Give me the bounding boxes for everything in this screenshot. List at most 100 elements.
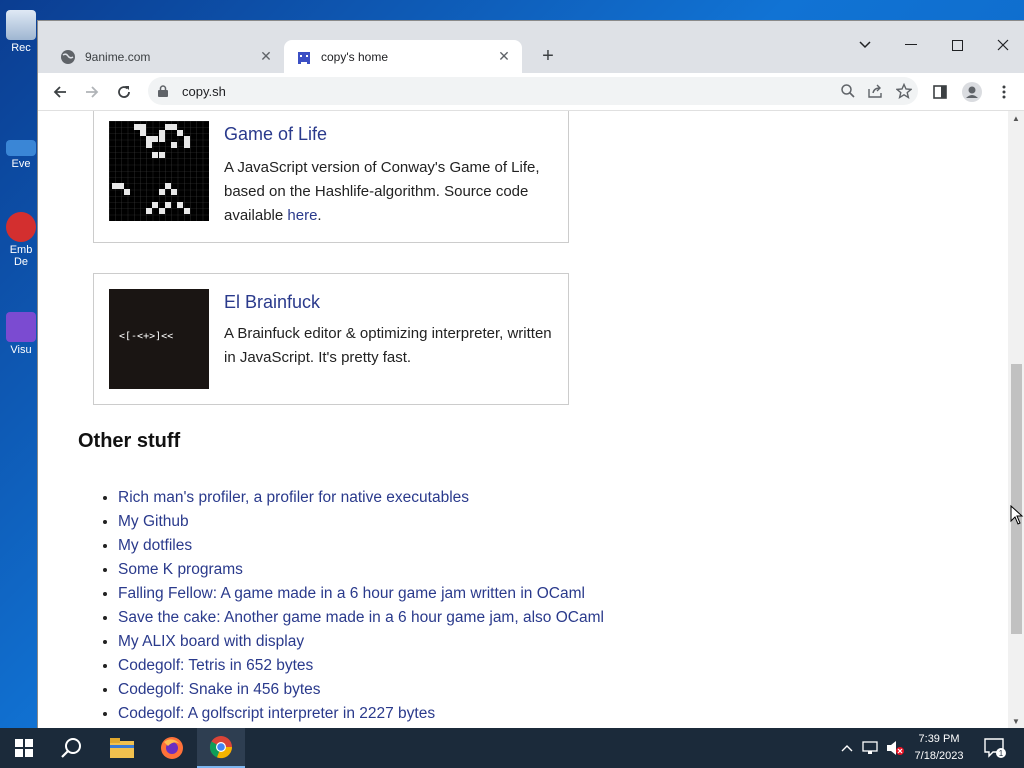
tab-copy-home[interactable]: copy's home ✕	[284, 40, 522, 73]
list-item: Some K programs	[118, 558, 604, 582]
link-codegolf-golfscript[interactable]: Codegolf: A golfscript interpreter in 22…	[118, 705, 435, 722]
tab-title: 9anime.com	[85, 49, 151, 64]
link-github[interactable]: My Github	[118, 513, 189, 530]
other-stuff-list: Rich man's profiler, a profiler for nati…	[78, 486, 604, 726]
project-card-game-of-life: Game of Life A JavaScript version of Con…	[93, 111, 569, 243]
taskbar: 7:39 PM 7/18/2023 1	[0, 728, 1024, 768]
desktop-icon-label: Visu	[10, 344, 32, 356]
close-tab-icon[interactable]: ✕	[256, 47, 276, 67]
network-icon[interactable]	[860, 728, 882, 768]
desktop-icon-embarcadero[interactable]: Emb De	[6, 212, 36, 268]
source-code-link[interactable]: here	[287, 207, 317, 224]
list-item: My dotfiles	[118, 534, 604, 558]
chrome-icon	[209, 736, 233, 759]
search-icon	[61, 738, 81, 758]
project-description-game-of-life: A JavaScript version of Conway's Game of…	[224, 156, 554, 228]
share-icon[interactable]	[862, 77, 890, 105]
scroll-down-arrow-icon[interactable]: ▼	[1008, 714, 1024, 728]
description-text: .	[317, 207, 322, 224]
search-icon[interactable]	[834, 77, 862, 105]
project-description-el-brainfuck: A Brainfuck editor & optimizing interpre…	[224, 325, 552, 366]
brainfuck-thumbnail[interactable]: <[-<+>]<< << [>>+<<-] >>	[109, 289, 209, 534]
project-title-game-of-life[interactable]: Game of Life	[224, 124, 327, 145]
tab-9anime[interactable]: 9anime.com ✕	[48, 40, 284, 73]
recycle-bin-icon	[6, 10, 36, 40]
firefox-button[interactable]	[148, 728, 196, 768]
page-content: Game of Life A JavaScript version of Con…	[38, 111, 1008, 728]
desktop-icon-label: Rec	[11, 42, 31, 54]
svg-text:1: 1	[999, 749, 1004, 758]
shortcut-icon	[6, 140, 36, 156]
file-explorer-button[interactable]	[98, 728, 146, 768]
browser-toolbar: copy.sh	[38, 73, 1024, 111]
tab-strip: 9anime.com ✕ copy's home ✕ +	[38, 21, 1024, 73]
list-item: My Github	[118, 510, 604, 534]
list-item: Codegolf: A golfscript interpreter in 22…	[118, 702, 604, 726]
space-invader-icon	[296, 49, 312, 65]
bookmark-star-icon[interactable]	[890, 77, 918, 105]
list-item: Codegolf: Tetris in 652 bytes	[118, 654, 604, 678]
forward-button[interactable]	[78, 78, 106, 106]
show-hidden-icons-chevron-up-icon[interactable]	[838, 728, 856, 768]
desktop-icon-recycle-bin[interactable]: Rec	[6, 10, 36, 54]
embarcadero-icon	[6, 212, 36, 242]
other-stuff-heading: Other stuff	[78, 430, 181, 452]
minimize-button[interactable]	[888, 30, 934, 60]
list-item: Codegolf: Snake in 456 bytes	[118, 678, 604, 702]
scrollbar-thumb[interactable]	[1011, 364, 1022, 634]
link-rich-mans-profiler[interactable]: Rich man's profiler, a profiler for nati…	[118, 489, 469, 506]
clock-date: 7/18/2023	[914, 750, 964, 762]
profile-avatar-icon[interactable]	[958, 78, 986, 106]
chrome-button[interactable]	[197, 728, 245, 768]
globe-icon	[60, 49, 76, 65]
windows-logo-icon	[15, 739, 33, 757]
taskbar-clock[interactable]: 7:39 PM 7/18/2023	[904, 731, 974, 765]
notifications-icon[interactable]: 1	[980, 728, 1010, 768]
volume-muted-icon[interactable]	[884, 728, 906, 768]
game-of-life-thumbnail[interactable]	[109, 121, 209, 221]
project-card-el-brainfuck: <[-<+>]<< << [>>+<<-] >> El Brainfuck A …	[93, 273, 569, 534]
folder-icon	[110, 738, 134, 758]
tab-title: copy's home	[321, 49, 388, 64]
scroll-up-arrow-icon[interactable]: ▲	[1008, 111, 1024, 125]
list-item: My ALIX board with display	[118, 630, 604, 654]
browser-window: 9anime.com ✕ copy's home ✕ + copy.sh Gam…	[38, 21, 1024, 728]
link-codegolf-snake[interactable]: Codegolf: Snake in 456 bytes	[118, 681, 321, 698]
desktop-icon-label: Emb De	[9, 244, 33, 268]
address-bar[interactable]: copy.sh	[148, 77, 918, 105]
link-codegolf-tetris[interactable]: Codegolf: Tetris in 652 bytes	[118, 657, 313, 674]
game-of-life-pattern	[109, 121, 209, 221]
desktop-icon-visual-studio[interactable]: Visu	[6, 312, 36, 356]
project-title-el-brainfuck[interactable]: El Brainfuck	[224, 292, 320, 313]
mouse-cursor-icon	[1010, 504, 1024, 530]
new-tab-button[interactable]: +	[536, 44, 560, 68]
desktop-icon-label: Eve	[11, 158, 31, 170]
link-k-programs[interactable]: Some K programs	[118, 561, 243, 578]
link-dotfiles[interactable]: My dotfiles	[118, 537, 192, 554]
menu-kebab-icon[interactable]	[990, 78, 1018, 106]
list-item: Rich man's profiler, a profiler for nati…	[118, 486, 604, 510]
lock-icon	[158, 85, 172, 97]
vertical-scrollbar[interactable]: ▲ ▼	[1008, 111, 1024, 728]
close-tab-icon[interactable]: ✕	[494, 47, 514, 67]
description-text: A JavaScript version of Conway's Game of…	[224, 159, 540, 224]
firefox-icon	[161, 737, 183, 759]
visual-studio-icon	[6, 312, 36, 342]
clock-time: 7:39 PM	[918, 733, 960, 745]
link-falling-fellow[interactable]: Falling Fellow: A game made in a 6 hour …	[118, 585, 585, 602]
search-button[interactable]	[48, 728, 96, 768]
link-save-the-cake[interactable]: Save the cake: Another game made in a 6 …	[118, 609, 604, 626]
desktop-icon-event[interactable]: Eve	[6, 140, 36, 170]
code-line: <[-<+>]<<	[119, 331, 174, 342]
link-alix-board[interactable]: My ALIX board with display	[118, 633, 304, 650]
side-panel-icon[interactable]	[926, 78, 954, 106]
close-window-button[interactable]	[980, 30, 1024, 60]
list-item: Save the cake: Another game made in a 6 …	[118, 606, 604, 630]
tab-search-chevron-down-icon[interactable]	[842, 30, 888, 60]
list-item: Falling Fellow: A game made in a 6 hour …	[118, 582, 604, 606]
maximize-button[interactable]	[934, 30, 980, 60]
start-button[interactable]	[0, 728, 48, 768]
back-button[interactable]	[46, 78, 74, 106]
reload-button[interactable]	[110, 78, 138, 106]
